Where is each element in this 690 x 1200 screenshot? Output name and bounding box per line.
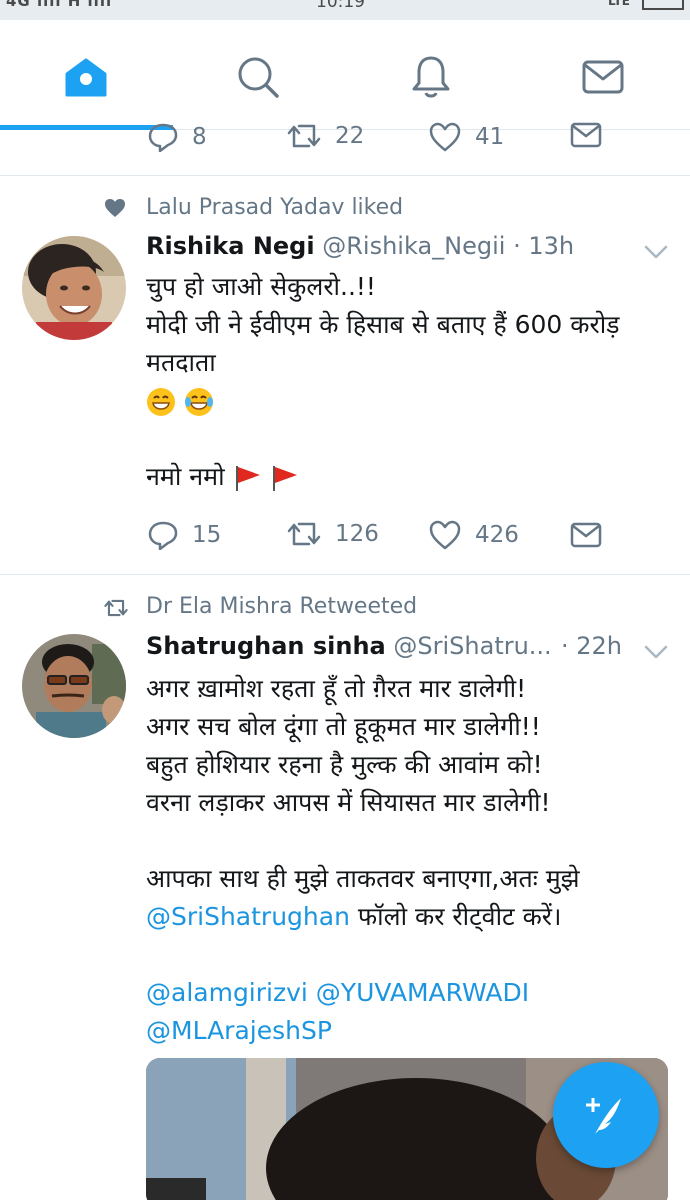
reply-button[interactable]: 8: [148, 122, 207, 152]
mentions-line: @alamgirizvi @YUVAMARWADI: [146, 974, 676, 1012]
tab-messages[interactable]: [578, 52, 628, 102]
avatar[interactable]: [22, 634, 126, 738]
like-count: 426: [475, 522, 519, 548]
clock: 10:19: [316, 0, 365, 12]
retweet-icon: [287, 124, 321, 148]
grinning-face-emoji: [147, 388, 175, 416]
battery-icon: [642, 0, 684, 10]
triangular-flag-emoji: [273, 466, 298, 491]
home-icon: [65, 58, 107, 97]
tweet-time: · 22h: [561, 632, 623, 660]
envelope-icon: [570, 122, 602, 148]
mention-link[interactable]: @alamgirizvi: [146, 978, 308, 1007]
tears-of-joy-emoji: [184, 388, 213, 416]
retweet-button[interactable]: 126: [287, 520, 379, 548]
heart-outline-icon: [429, 520, 461, 550]
tab-notifications[interactable]: [406, 52, 456, 102]
retweet-count: 126: [335, 521, 379, 547]
retweet-icon: [104, 598, 128, 622]
mail-icon: [582, 60, 624, 94]
tweet-time: · 13h: [513, 232, 575, 260]
tab-home[interactable]: [61, 52, 111, 102]
reply-icon: [148, 521, 178, 550]
tweet-line: [146, 822, 676, 860]
tweet-line: अगर ख़ामोश रहता हूँ तो ग़ैरत मार डालेगी!: [146, 674, 527, 703]
tweet-line-mention: @SriShatrughan फॉलो कर रीट्वीट करें।: [146, 898, 676, 936]
mention-link[interactable]: @YUVAMARWADI: [316, 978, 529, 1007]
tweet-line: आपका साथ ही मुझे ताकतवर बनाएगा,अतः मुझे: [146, 864, 580, 893]
envelope-icon: [570, 522, 602, 548]
tweet-line: नमो नमो: [146, 462, 225, 491]
mention-link[interactable]: @SriShatrughan: [146, 902, 350, 931]
direct-message-button[interactable]: [570, 522, 602, 548]
tweet-divider: [0, 574, 690, 575]
reply-button[interactable]: 15: [148, 520, 221, 550]
avatar[interactable]: [22, 236, 126, 340]
chevron-down-icon[interactable]: [644, 644, 668, 663]
reply-count: 8: [192, 124, 207, 150]
bell-icon: [412, 56, 450, 98]
retweet-button[interactable]: 22: [287, 122, 364, 150]
chevron-down-icon[interactable]: [644, 244, 668, 263]
tweet-header: Shatrughan sinha @SriShatru...: [146, 632, 552, 660]
tweet-text: अगर ख़ामोश रहता हूँ तो ग़ैरत मार डालेगी!…: [146, 670, 676, 1050]
tweet-line: [146, 420, 676, 458]
reply-icon: [148, 123, 178, 152]
author-handle[interactable]: @SriShatru...: [393, 632, 551, 660]
social-context: Dr Ela Mishra Retweeted: [146, 594, 418, 619]
direct-message-button[interactable]: [570, 122, 602, 148]
tab-search[interactable]: [233, 52, 283, 102]
social-context: Lalu Prasad Yadav liked: [146, 195, 404, 220]
heart-outline-icon: [429, 122, 461, 152]
tweet-divider: [0, 175, 690, 176]
like-count: 41: [475, 124, 505, 150]
mention-link[interactable]: @MLArajeshSP: [146, 1016, 332, 1045]
emoji-line: [146, 382, 676, 420]
triangular-flag-emoji: [235, 466, 260, 491]
tweet-line: बहुत होशियार रहना है मुल्क की आवांम को!: [146, 750, 543, 779]
mentions-line: @MLArajeshSP: [146, 1012, 676, 1050]
top-navigation: [0, 20, 690, 130]
retweet-count: 22: [335, 123, 365, 149]
tweet-line: [146, 936, 676, 974]
search-icon: [238, 57, 279, 98]
tweet-line: वरना लड़ाकर आपस में सियासत मार डालेगी!: [146, 788, 551, 817]
like-button[interactable]: 41: [429, 122, 504, 152]
reply-count: 15: [192, 522, 222, 548]
tweet-text: चुप हो जाओ सेकुलरो..!! मोदी जी ने ईवीएम …: [146, 268, 676, 496]
author-handle[interactable]: @Rishika_Negii: [322, 232, 505, 260]
tweet-line-rest: फॉलो कर रीट्वीट करें।: [349, 902, 562, 931]
tweet-line: मतदाता: [146, 348, 216, 377]
author-name[interactable]: Shatrughan sinha: [146, 632, 386, 660]
retweet-icon: [287, 522, 321, 546]
tweet-line: चुप हो जाओ सेकुलरो..!!: [146, 272, 376, 301]
compose-tweet-icon: [586, 1098, 621, 1134]
status-bar: 4G ıııı H ıııı 10:19 LTE: [0, 0, 690, 20]
heart-icon: [104, 198, 126, 222]
signal-indicator: 4G ıııı H ıııı: [6, 0, 113, 10]
tweet-line: अगर सच बोल दूंगा तो हूकूमत मार डालेगी!!: [146, 712, 541, 741]
author-name[interactable]: Rishika Negi: [146, 232, 315, 260]
lte-indicator: LTE: [607, 0, 630, 8]
tweet-line-flags: नमो नमो: [146, 458, 676, 496]
compose-tweet-button[interactable]: [553, 1062, 659, 1168]
tweet-header: Rishika Negi @Rishika_Negii · 13h: [146, 232, 574, 260]
like-button[interactable]: 426: [429, 520, 519, 550]
tweet-line: मोदी जी ने ईवीएम के हिसाब से बताए हैं 60…: [146, 310, 620, 339]
